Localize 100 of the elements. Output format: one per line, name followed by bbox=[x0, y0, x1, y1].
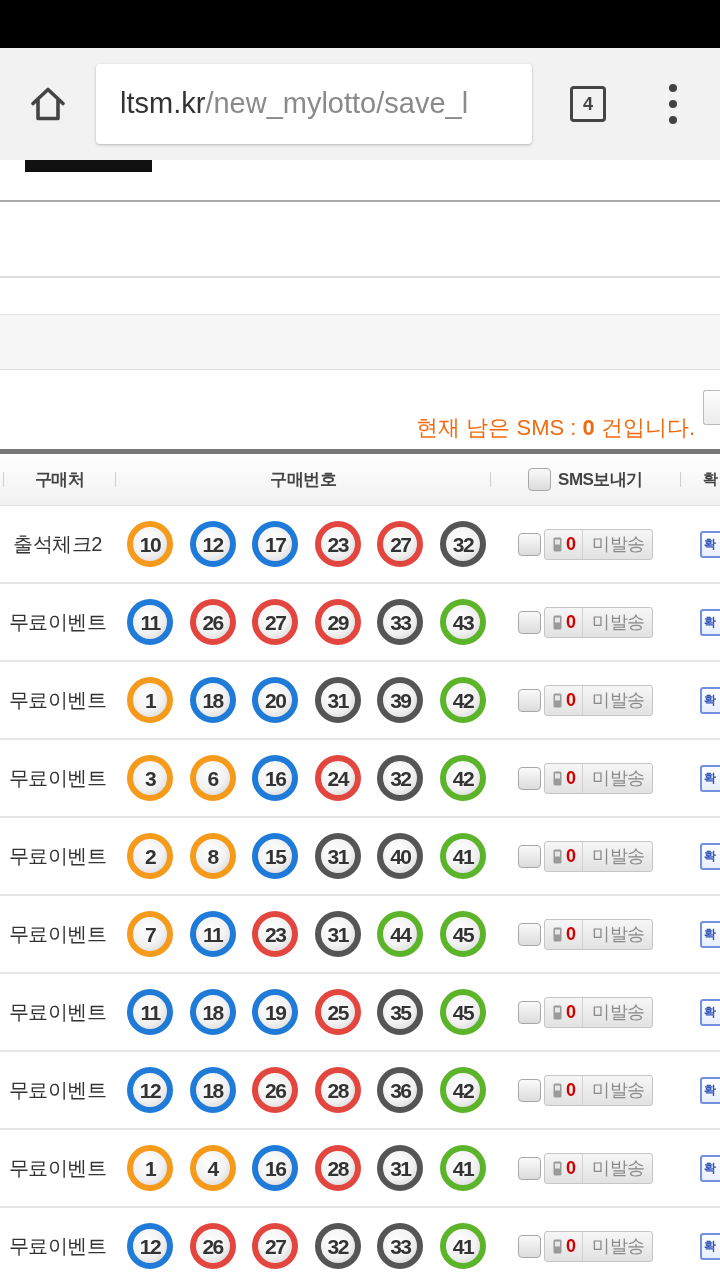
store-name: 무료이벤트 bbox=[7, 1156, 108, 1181]
lotto-ball: 11 bbox=[127, 599, 173, 645]
checkbox[interactable] bbox=[528, 468, 552, 491]
action-button[interactable]: 확 bbox=[700, 842, 720, 870]
lotto-ball: 41 bbox=[439, 1145, 486, 1191]
partial-button[interactable] bbox=[703, 390, 720, 425]
phone-icon bbox=[553, 770, 562, 786]
action-button[interactable]: 확 bbox=[700, 764, 720, 792]
lotto-ball: 23 bbox=[252, 911, 299, 957]
lotto-ball: 27 bbox=[252, 599, 299, 645]
lotto-ball: 40 bbox=[377, 833, 424, 879]
action-button[interactable]: 확 bbox=[700, 530, 720, 558]
action-button[interactable]: 확 bbox=[700, 920, 720, 948]
lotto-ball: 32 bbox=[314, 1223, 361, 1269]
lotto-ball: 26 bbox=[252, 1067, 299, 1113]
lotto-ball: 45 bbox=[439, 989, 486, 1035]
lotto-ball: 26 bbox=[189, 599, 236, 645]
column-header: SMS보내기 bbox=[558, 468, 643, 491]
sms-status-button[interactable]: 0 미발송 bbox=[544, 1074, 653, 1106]
home-icon[interactable] bbox=[30, 86, 66, 122]
lotto-ball: 7 bbox=[127, 911, 173, 957]
lotto-ball: 12 bbox=[189, 521, 236, 567]
action-button[interactable]: 확 bbox=[700, 1076, 720, 1104]
lotto-ball: 31 bbox=[314, 911, 361, 957]
phone-icon bbox=[553, 1082, 562, 1098]
lotto-ball: 10 bbox=[127, 521, 173, 567]
lotto-ball: 18 bbox=[189, 1067, 236, 1113]
lotto-ball: 33 bbox=[377, 1223, 424, 1269]
sms-status-button[interactable]: 0 미발송 bbox=[544, 762, 653, 794]
lotto-ball: 28 bbox=[314, 1067, 361, 1113]
store-name: 무료이벤트 bbox=[7, 1000, 108, 1025]
checkbox[interactable] bbox=[518, 1078, 541, 1102]
lotto-ball: 3 bbox=[127, 755, 173, 801]
sms-remaining-text: 현재 남은 SMS : 0 건입니다. bbox=[416, 414, 695, 441]
lotto-ball: 35 bbox=[377, 989, 424, 1035]
checkbox[interactable] bbox=[518, 844, 541, 868]
action-button[interactable]: 확 bbox=[700, 1232, 720, 1260]
lotto-ball: 18 bbox=[189, 989, 236, 1035]
menu-icon[interactable] bbox=[669, 84, 677, 124]
sms-status-button[interactable]: 0 미발송 bbox=[544, 1230, 653, 1262]
lotto-ball: 36 bbox=[377, 1067, 424, 1113]
checkbox[interactable] bbox=[518, 610, 541, 634]
lotto-ball: 45 bbox=[439, 911, 486, 957]
address-bar[interactable]: ltsm.kr/new_mylotto/save_l bbox=[96, 64, 532, 144]
lotto-ball: 32 bbox=[439, 521, 486, 567]
lotto-ball: 29 bbox=[314, 599, 361, 645]
lotto-ball: 16 bbox=[252, 1145, 299, 1191]
sms-status-button[interactable]: 0 미발송 bbox=[544, 918, 653, 950]
action-button[interactable]: 확 bbox=[700, 686, 720, 714]
sms-status-button[interactable]: 0 미발송 bbox=[544, 996, 653, 1028]
phone-icon bbox=[553, 1004, 562, 1020]
action-button[interactable]: 확 bbox=[700, 998, 720, 1026]
lotto-ball: 20 bbox=[252, 677, 299, 723]
store-name: 무료이벤트 bbox=[7, 1078, 108, 1103]
store-name: 무료이벤트 bbox=[7, 1234, 108, 1259]
tab-switcher-button[interactable]: 4 bbox=[570, 86, 606, 122]
lotto-ball: 31 bbox=[314, 833, 361, 879]
lotto-ball: 12 bbox=[127, 1067, 173, 1113]
lotto-ball: 1 bbox=[127, 677, 173, 723]
lotto-ball: 42 bbox=[439, 755, 486, 801]
lotto-ball: 2 bbox=[127, 833, 173, 879]
lotto-ball: 11 bbox=[127, 989, 173, 1035]
lotto-ball: 33 bbox=[377, 599, 424, 645]
store-name: 무료이벤트 bbox=[7, 922, 108, 947]
action-button[interactable]: 확 bbox=[700, 608, 720, 636]
checkbox[interactable] bbox=[518, 532, 541, 556]
phone-icon bbox=[553, 1238, 562, 1254]
sms-status-button[interactable]: 0 미발송 bbox=[544, 840, 653, 872]
checkbox[interactable] bbox=[518, 922, 541, 946]
sms-status-button[interactable]: 0 미발송 bbox=[544, 606, 653, 638]
lotto-ball: 4 bbox=[189, 1145, 236, 1191]
store-name: 무료이벤트 bbox=[7, 844, 108, 869]
lotto-ball: 8 bbox=[189, 833, 236, 879]
lotto-ball: 39 bbox=[377, 677, 424, 723]
sms-status-button[interactable]: 0 미발송 bbox=[544, 1152, 653, 1184]
lotto-ball: 23 bbox=[314, 521, 361, 567]
action-button[interactable]: 확 bbox=[700, 1154, 720, 1182]
lotto-ball: 44 bbox=[377, 911, 424, 957]
lotto-ball: 43 bbox=[439, 599, 486, 645]
lotto-ball: 18 bbox=[189, 677, 236, 723]
store-name: 출석체크2 bbox=[12, 532, 103, 557]
lotto-ball: 17 bbox=[252, 521, 299, 567]
checkbox[interactable] bbox=[518, 1234, 541, 1258]
checkbox[interactable] bbox=[518, 766, 541, 790]
lotto-ball: 26 bbox=[189, 1223, 236, 1269]
lotto-ball: 6 bbox=[189, 755, 236, 801]
phone-icon bbox=[553, 614, 562, 630]
store-name: 무료이벤트 bbox=[7, 610, 108, 635]
checkbox[interactable] bbox=[518, 688, 541, 712]
sms-status-button[interactable]: 0 미발송 bbox=[544, 684, 653, 716]
lotto-ball: 24 bbox=[314, 755, 361, 801]
lotto-ball: 11 bbox=[189, 911, 236, 957]
column-header: 구매처 bbox=[33, 468, 86, 491]
checkbox[interactable] bbox=[518, 1156, 541, 1180]
lotto-ball: 16 bbox=[252, 755, 299, 801]
checkbox[interactable] bbox=[518, 1000, 541, 1024]
lotto-ball: 32 bbox=[377, 755, 424, 801]
lotto-ball: 19 bbox=[252, 989, 299, 1035]
sms-status-button[interactable]: 0 미발송 bbox=[544, 528, 653, 560]
lotto-ball: 41 bbox=[439, 833, 486, 879]
